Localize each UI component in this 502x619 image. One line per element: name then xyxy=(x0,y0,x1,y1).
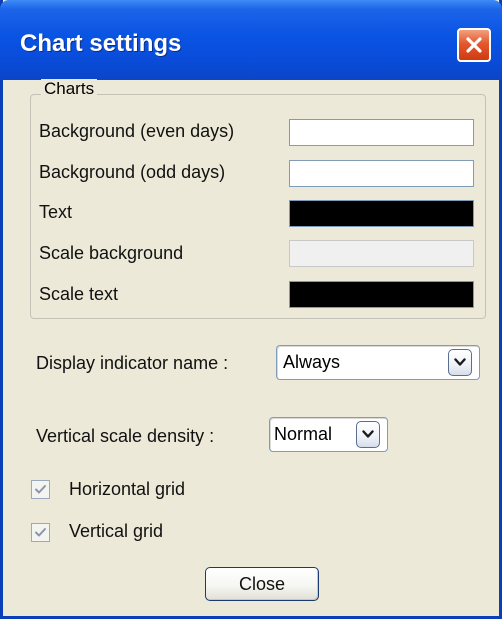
scale-background-label: Scale background xyxy=(39,243,184,263)
dialog-title: Chart settings xyxy=(20,30,182,57)
vertical-scale-density-select[interactable]: Normal xyxy=(269,417,388,452)
chevron-glyph xyxy=(362,430,374,438)
background-odd-days-swatch[interactable] xyxy=(289,160,474,187)
chart-settings-dialog: Chart settings Charts Background (even d… xyxy=(0,0,502,619)
background-even-days-label: Background (even days) xyxy=(39,121,235,141)
background-even-days-swatch[interactable] xyxy=(289,119,474,146)
close-x-glyph xyxy=(466,37,482,53)
scale-background-swatch[interactable] xyxy=(289,240,474,267)
chevron-down-icon[interactable] xyxy=(356,421,380,448)
vertical-grid-label: Vertical grid xyxy=(69,521,164,541)
vertical-scale-density-label: Vertical scale density : xyxy=(36,426,215,446)
title-bar[interactable]: Chart settings xyxy=(0,0,502,80)
scale-text-swatch[interactable] xyxy=(289,281,474,308)
display-indicator-name-value: Always xyxy=(283,352,341,372)
charts-group-label: Charts xyxy=(41,79,98,99)
text-color-swatch[interactable] xyxy=(289,200,474,227)
horizontal-grid-label: Horizontal grid xyxy=(69,479,186,499)
checkmark-icon xyxy=(35,485,46,494)
chevron-glyph xyxy=(454,358,466,366)
display-indicator-name-select[interactable]: Always xyxy=(276,345,480,380)
text-color-label: Text xyxy=(39,202,73,222)
chevron-down-icon[interactable] xyxy=(448,349,472,376)
checkmark-icon xyxy=(35,528,46,537)
horizontal-grid-checkbox[interactable] xyxy=(31,480,50,499)
vertical-grid-checkbox[interactable] xyxy=(31,523,50,542)
scale-text-label: Scale text xyxy=(39,284,119,304)
close-icon[interactable] xyxy=(457,28,491,62)
vertical-scale-density-value: Normal xyxy=(274,424,333,444)
display-indicator-name-label: Display indicator name : xyxy=(36,353,229,373)
close-button[interactable]: Close xyxy=(205,567,319,601)
background-odd-days-label: Background (odd days) xyxy=(39,162,226,182)
